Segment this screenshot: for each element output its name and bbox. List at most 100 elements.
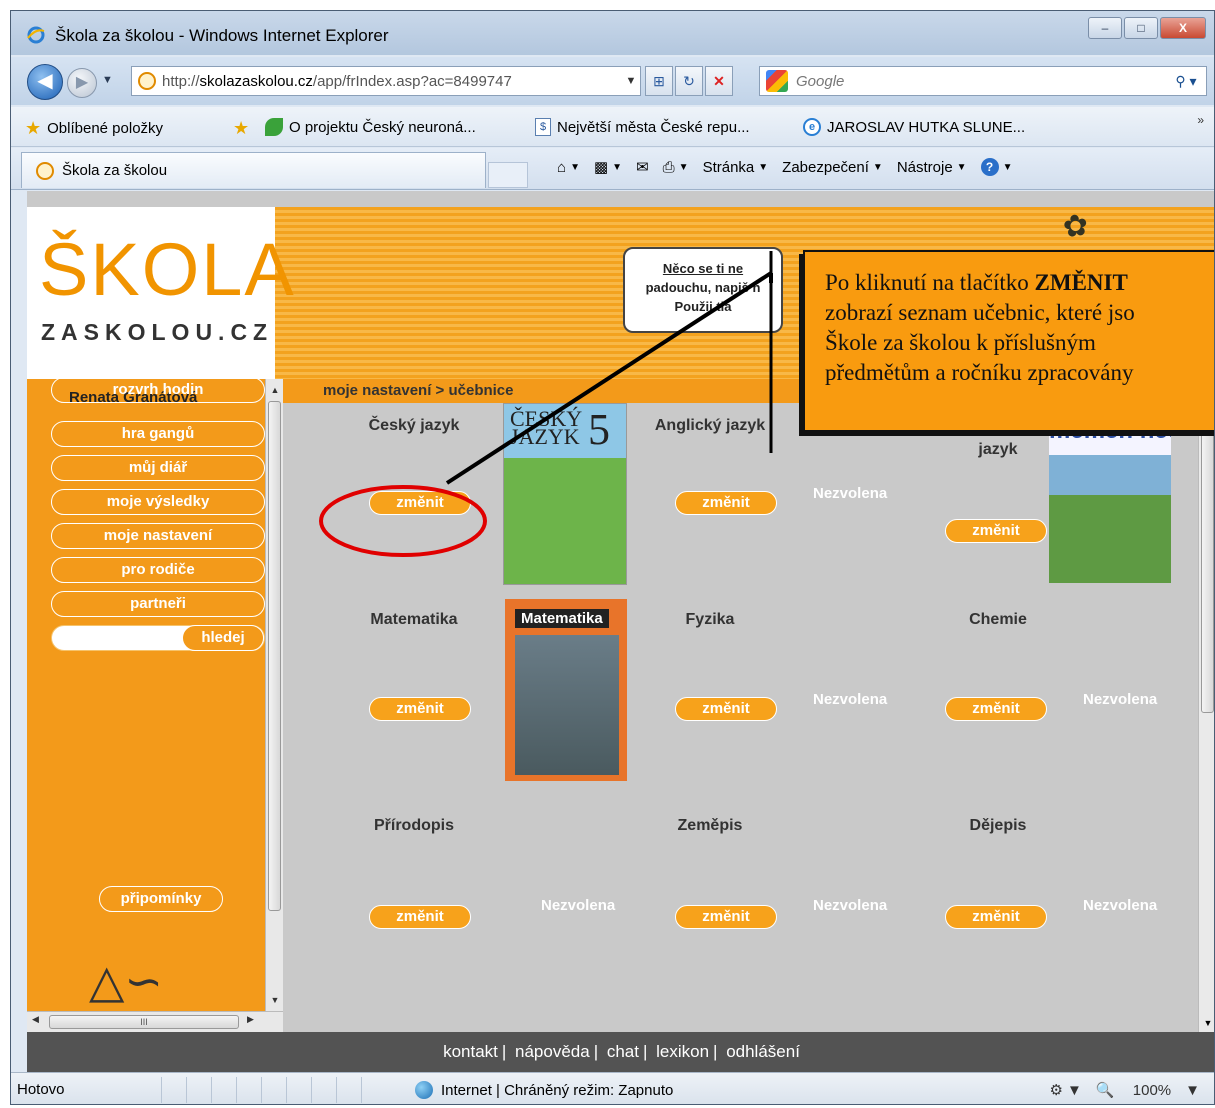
maximize-button[interactable]: □: [1124, 17, 1158, 39]
bubble-line: padouchu, napiš n: [645, 280, 761, 295]
scroll-up-icon[interactable]: ▲: [266, 381, 284, 399]
add-favorite-icon[interactable]: ★: [233, 118, 255, 139]
home-icon[interactable]: ⌂ ▼: [557, 159, 580, 176]
tab-row: Škola za školou ⌂ ▼ ▩ ▼ ✉ ⎙ ▼ Stránka ▼ Zabe…: [11, 148, 1214, 190]
feeds-icon[interactable]: ▩ ▼: [594, 158, 622, 176]
address-bar[interactable]: http://skolazaskolou.cz/app/frIndex.asp?…: [131, 66, 641, 96]
subject-history: Dějepis: [969, 817, 1027, 834]
security-zone[interactable]: Internet | Chráněný režim: Zapnuto: [415, 1081, 673, 1099]
tab-skola[interactable]: Škola za školou: [21, 152, 486, 188]
chevron-more-icon[interactable]: »: [1197, 113, 1204, 127]
close-button[interactable]: X: [1160, 17, 1206, 39]
footer-link-help[interactable]: nápověda: [515, 1042, 590, 1061]
footer-link-contact[interactable]: kontakt: [443, 1042, 498, 1061]
change-button-geography[interactable]: změnit: [675, 905, 777, 929]
tab-title: Škola za školou: [62, 162, 168, 179]
page-content: ŠKOLA ZASKOLOU.CZ Něco se ti ne padouchu…: [27, 191, 1214, 1072]
stop-icon[interactable]: ✕: [705, 66, 733, 96]
bubble-line: Něco se ti ne: [662, 261, 744, 276]
sidebar-item-schedule[interactable]: rozvrh hodin: [51, 377, 265, 403]
fav-item-label: Největší města České repu...: [557, 118, 750, 136]
page-menu[interactable]: Stránka ▼: [703, 159, 769, 176]
lock-icon[interactable]: ⚙ ▼: [1049, 1081, 1081, 1099]
footer-link-logout[interactable]: odhlášení: [726, 1042, 800, 1061]
annotation-text: zobrazí seznam učebnic, které jso: [825, 300, 1135, 325]
sidebar-scrollbar[interactable]: ▲ ▼: [265, 379, 283, 1011]
search-placeholder[interactable]: Google: [796, 73, 1166, 90]
sidebar-hscrollbar[interactable]: ◀ III ▶: [27, 1011, 283, 1032]
fav-item-neural[interactable]: O projektu Český neuroná...: [265, 118, 476, 136]
scroll-left-icon[interactable]: ◀: [32, 1014, 39, 1025]
change-button-chemistry[interactable]: změnit: [945, 697, 1047, 721]
scroll-down-icon[interactable]: ▼: [1199, 1018, 1214, 1028]
not-selected-biology: Nezvolena: [541, 897, 616, 914]
footer-link-lexicon[interactable]: lexikon: [656, 1042, 709, 1061]
hscroll-thumb[interactable]: III: [49, 1015, 239, 1029]
scroll-down-icon[interactable]: ▼: [266, 991, 284, 1009]
back-button[interactable]: ◀: [27, 64, 63, 100]
annotation-text: Po kliknutí na tlačítko: [825, 270, 1035, 295]
star-icon: ★: [25, 118, 42, 138]
favorites-label: Oblíbené položky: [47, 120, 164, 137]
status-bar: Hotovo Internet | Chráněný režim: Zapnut…: [11, 1072, 1214, 1104]
tools-menu[interactable]: Nástroje ▼: [897, 159, 967, 176]
bubble-line: Použij tla: [674, 299, 732, 314]
search-box[interactable]: Google ⚲ ▾: [759, 66, 1207, 96]
print-icon[interactable]: ⎙ ▼: [663, 159, 689, 176]
fav-item-hutka[interactable]: e JAROSLAV HUTKA SLUNE...: [803, 118, 1025, 136]
change-button-english[interactable]: změnit: [675, 491, 777, 515]
address-url[interactable]: http://skolazaskolou.cz/app/frIndex.asp?…: [162, 73, 622, 90]
zoom-dropdown-icon[interactable]: ▼: [1185, 1082, 1200, 1099]
annotation-text: předmětům a ročníku zpracovány: [825, 360, 1134, 385]
subject-chemistry: Chemie: [969, 611, 1027, 628]
change-button-german[interactable]: změnit: [945, 519, 1047, 543]
compatibility-view-icon[interactable]: ⊞: [645, 66, 673, 96]
new-tab-button[interactable]: [488, 162, 528, 188]
change-button-history[interactable]: změnit: [945, 905, 1047, 929]
sidebar-search-button[interactable]: hledej: [182, 625, 264, 651]
change-button-math[interactable]: změnit: [369, 697, 471, 721]
main-scrollbar[interactable]: ▼: [1198, 403, 1214, 1032]
change-button-biology[interactable]: změnit: [369, 905, 471, 929]
book-cover-image: [515, 635, 619, 775]
site-logo[interactable]: ŠKOLA ZASKOLOU.CZ: [27, 207, 294, 379]
mail-icon[interactable]: ✉: [636, 158, 649, 176]
main-scroll-thumb[interactable]: [1201, 413, 1214, 713]
sidebar-item-gang-game[interactable]: hra gangů: [51, 421, 265, 447]
sidebar-item-settings[interactable]: moje nastavení: [51, 523, 265, 549]
feedback-button[interactable]: připomínky: [99, 886, 223, 912]
leaf-icon: [265, 118, 283, 136]
textbook-grid: Český jazyk změnit ČESKÝ JAZYK 5 Anglick…: [283, 403, 1198, 1032]
annotation-callout: Po kliknutí na tlačítko ZMĚNIT zobrazí s…: [803, 250, 1214, 432]
footer-link-chat[interactable]: chat: [607, 1042, 639, 1061]
search-icon[interactable]: ⚲ ▾: [1166, 73, 1206, 90]
sidebar-search-input[interactable]: hledej: [51, 625, 265, 651]
not-selected-chemistry: Nezvolena: [1083, 691, 1158, 708]
subject-biology: Přírodopis: [373, 817, 454, 834]
security-menu[interactable]: Zabezpečení ▼: [782, 159, 883, 176]
zoom-control[interactable]: 🔍 100%: [1096, 1081, 1171, 1099]
change-button-czech[interactable]: změnit: [369, 491, 471, 515]
scroll-thumb[interactable]: [268, 401, 281, 911]
globe-icon: [415, 1081, 433, 1099]
subject-geography: Zeměpis: [677, 817, 743, 834]
change-button-physics[interactable]: změnit: [675, 697, 777, 721]
sidebar-item-diary[interactable]: můj diář: [51, 455, 265, 481]
fav-item-cities[interactable]: $ Největší města České repu...: [535, 118, 750, 136]
forward-button[interactable]: ▶: [67, 68, 97, 98]
history-dropdown-icon[interactable]: ▼: [102, 74, 113, 86]
minimize-button[interactable]: –: [1088, 17, 1122, 39]
fav-item-label: JAROSLAV HUTKA SLUNE...: [827, 118, 1026, 136]
sidebar-item-results[interactable]: moje výsledky: [51, 489, 265, 515]
zone-label: Internet | Chráněný režim: Zapnuto: [441, 1081, 674, 1099]
sidebar-item-parents[interactable]: pro rodiče: [51, 557, 265, 583]
favorites-button[interactable]: ★ Oblíbené položky: [25, 118, 163, 139]
annotation-bold-text: ZMĚNIT: [1034, 270, 1128, 295]
address-dropdown-icon[interactable]: ▼: [622, 75, 640, 87]
site-favicon-icon: [36, 161, 54, 180]
refresh-icon[interactable]: ↻: [675, 66, 703, 96]
sidebar-item-partners[interactable]: partneři: [51, 591, 265, 617]
help-icon[interactable]: ? ▼: [980, 158, 1012, 176]
scroll-right-icon[interactable]: ▶: [247, 1014, 254, 1025]
subject-physics: Fyzika: [685, 611, 735, 628]
